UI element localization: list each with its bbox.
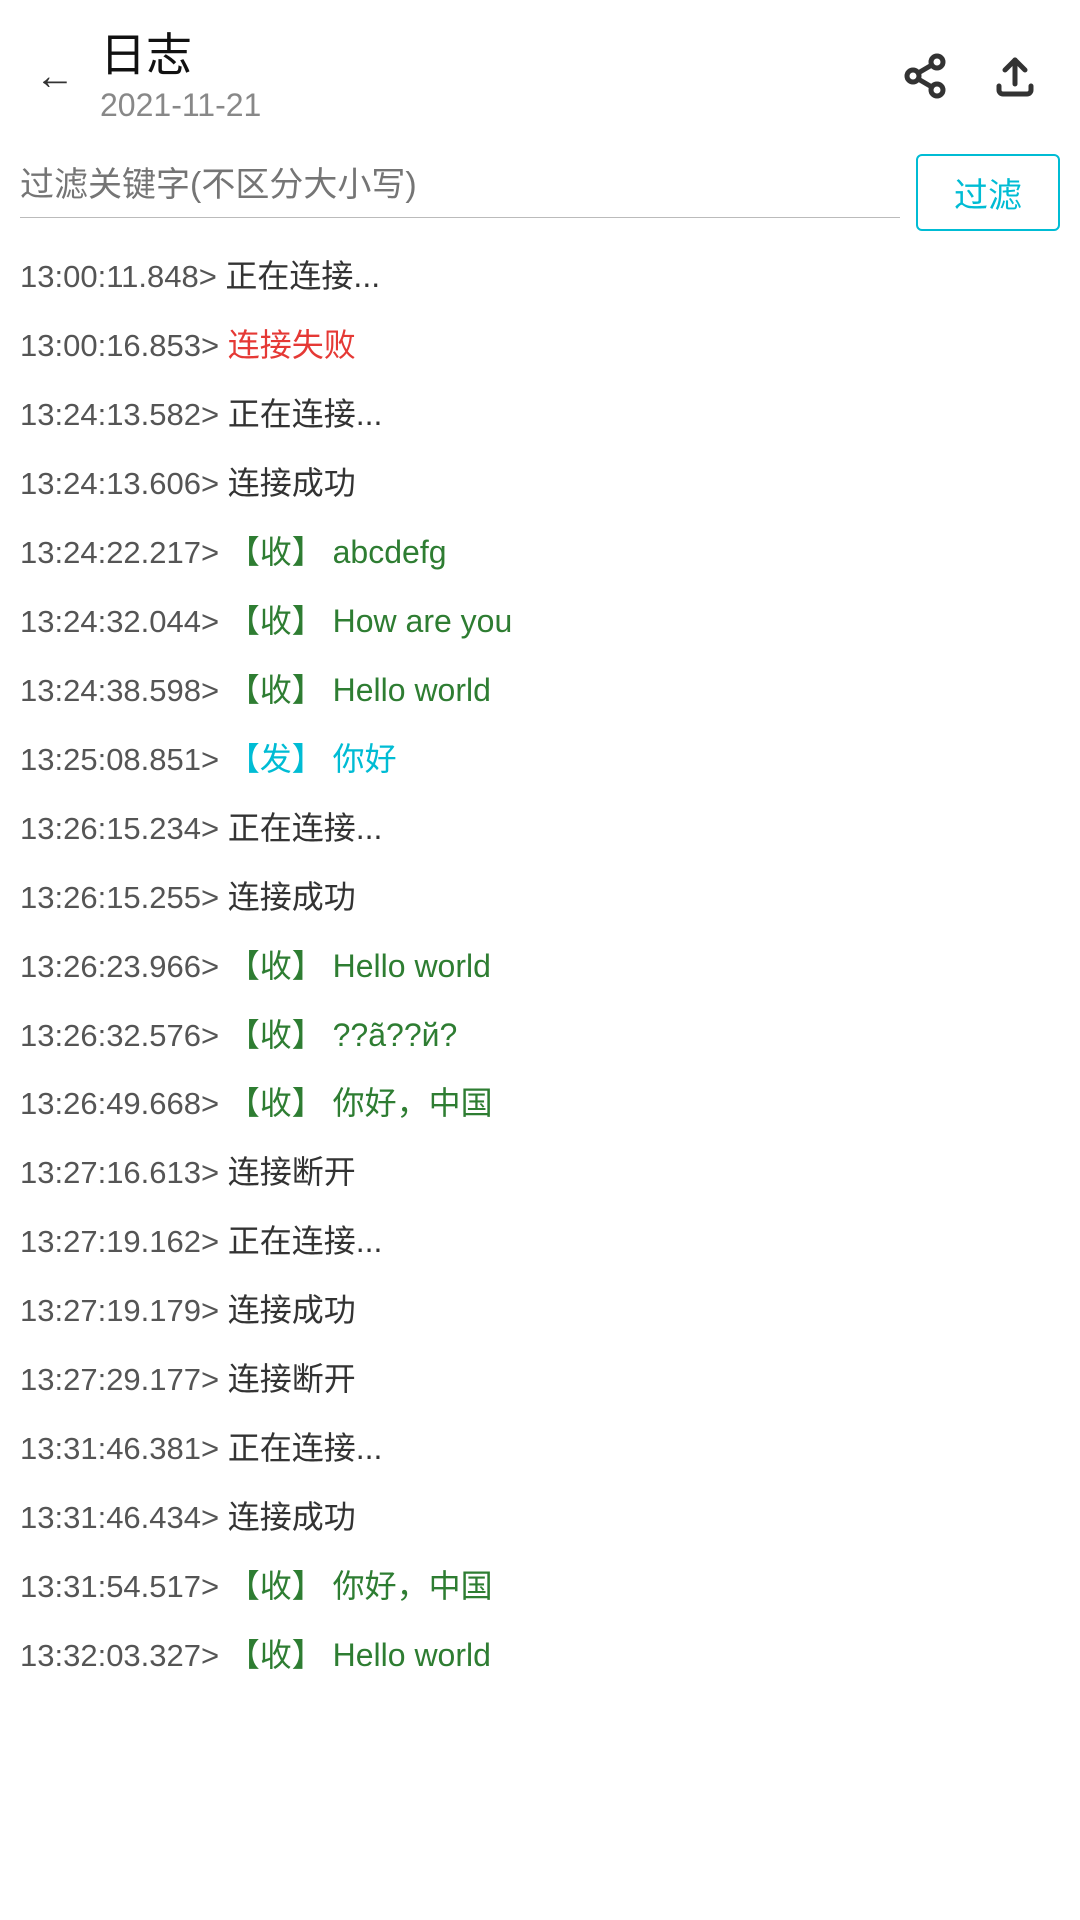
log-content: 【收】 Hello world bbox=[228, 1632, 1060, 1678]
log-time: 13:32:03.327> bbox=[20, 1634, 228, 1679]
log-time: 13:27:19.162> bbox=[20, 1220, 228, 1265]
log-entry: 13:24:13.582> 正在连接... bbox=[20, 391, 1060, 438]
log-time: 13:31:46.434> bbox=[20, 1496, 228, 1541]
log-time: 13:24:13.582> bbox=[20, 393, 228, 438]
export-button[interactable] bbox=[980, 41, 1050, 111]
log-time: 13:27:29.177> bbox=[20, 1358, 228, 1403]
log-time: 13:24:22.217> bbox=[20, 531, 228, 576]
log-entry: 13:26:32.576> 【收】 ??ã??й? bbox=[20, 1012, 1060, 1059]
log-content: 连接失败 bbox=[228, 322, 1060, 368]
log-time: 13:25:08.851> bbox=[20, 738, 228, 783]
log-time: 13:26:32.576> bbox=[20, 1014, 228, 1059]
log-content: 【收】 ??ã??й? bbox=[228, 1012, 1060, 1058]
log-entry: 13:31:46.434> 连接成功 bbox=[20, 1494, 1060, 1541]
log-entry: 13:26:49.668> 【收】 你好，中国 bbox=[20, 1080, 1060, 1127]
log-entry: 13:31:46.381> 正在连接... bbox=[20, 1425, 1060, 1472]
log-entry: 13:32:03.327> 【收】 Hello world bbox=[20, 1632, 1060, 1679]
log-time: 13:24:32.044> bbox=[20, 600, 228, 645]
log-time: 13:00:16.853> bbox=[20, 324, 228, 369]
log-content: 【收】 abcdefg bbox=[228, 529, 1060, 575]
page-date: 2021-11-21 bbox=[100, 87, 890, 124]
log-content: 正在连接... bbox=[228, 805, 1060, 851]
log-content: 连接断开 bbox=[228, 1149, 1060, 1195]
back-button[interactable]: ← bbox=[20, 41, 90, 111]
log-content: 正在连接... bbox=[228, 1425, 1060, 1471]
log-entry: 13:31:54.517> 【收】 你好，中国 bbox=[20, 1563, 1060, 1610]
log-content: 【收】 How are you bbox=[228, 598, 1060, 644]
log-list: 13:00:11.848> 正在连接... 13:00:16.853> 连接失败… bbox=[0, 229, 1080, 1741]
header: ← 日志 2021-11-21 bbox=[0, 0, 1080, 144]
log-content: 【收】 Hello world bbox=[228, 667, 1060, 713]
log-entry: 13:00:16.853> 连接失败 bbox=[20, 322, 1060, 369]
log-time: 13:26:23.966> bbox=[20, 945, 228, 990]
filter-button[interactable]: 过滤 bbox=[916, 154, 1060, 231]
log-entry: 13:26:15.234> 正在连接... bbox=[20, 805, 1060, 852]
log-content: 【收】 你好，中国 bbox=[228, 1080, 1060, 1126]
filter-input[interactable] bbox=[20, 166, 900, 205]
log-time: 13:00:11.848> bbox=[20, 255, 225, 300]
log-time: 13:26:15.234> bbox=[20, 807, 228, 852]
log-time: 13:24:13.606> bbox=[20, 462, 228, 507]
log-time: 13:27:16.613> bbox=[20, 1151, 228, 1196]
log-content: 连接成功 bbox=[228, 874, 1060, 920]
filter-bar: 过滤 bbox=[0, 144, 1080, 229]
log-content: 【收】 你好，中国 bbox=[228, 1563, 1060, 1609]
log-entry: 13:27:19.179> 连接成功 bbox=[20, 1287, 1060, 1334]
log-content: 【发】 你好 bbox=[228, 736, 1060, 782]
export-icon bbox=[991, 52, 1039, 100]
log-time: 13:24:38.598> bbox=[20, 669, 228, 714]
log-time: 13:27:19.179> bbox=[20, 1289, 228, 1334]
title-block: 日志 2021-11-21 bbox=[100, 28, 890, 124]
filter-input-wrap bbox=[20, 166, 900, 218]
log-entry: 13:27:29.177> 连接断开 bbox=[20, 1356, 1060, 1403]
page-title: 日志 bbox=[100, 28, 890, 83]
log-content: 连接成功 bbox=[228, 460, 1060, 506]
log-entry: 13:27:16.613> 连接断开 bbox=[20, 1149, 1060, 1196]
log-content: 连接成功 bbox=[228, 1494, 1060, 1540]
log-content: 连接断开 bbox=[228, 1356, 1060, 1402]
log-content: 【收】 Hello world bbox=[228, 943, 1060, 989]
log-time: 13:26:15.255> bbox=[20, 876, 228, 921]
log-entry: 13:27:19.162> 正在连接... bbox=[20, 1218, 1060, 1265]
share-icon bbox=[901, 52, 949, 100]
log-entry: 13:00:11.848> 正在连接... bbox=[20, 253, 1060, 300]
header-actions bbox=[890, 41, 1050, 111]
log-entry: 13:24:32.044> 【收】 How are you bbox=[20, 598, 1060, 645]
log-entry: 13:26:15.255> 连接成功 bbox=[20, 874, 1060, 921]
log-entry: 13:24:38.598> 【收】 Hello world bbox=[20, 667, 1060, 714]
log-entry: 13:24:22.217> 【收】 abcdefg bbox=[20, 529, 1060, 576]
share-button[interactable] bbox=[890, 41, 960, 111]
log-content: 正在连接... bbox=[228, 1218, 1060, 1264]
log-content: 正在连接... bbox=[225, 253, 1060, 299]
log-content: 正在连接... bbox=[228, 391, 1060, 437]
log-time: 13:31:54.517> bbox=[20, 1565, 228, 1610]
back-arrow-icon: ← bbox=[35, 54, 75, 99]
log-entry: 13:26:23.966> 【收】 Hello world bbox=[20, 943, 1060, 990]
log-time: 13:26:49.668> bbox=[20, 1082, 228, 1127]
log-content: 连接成功 bbox=[228, 1287, 1060, 1333]
log-entry: 13:25:08.851> 【发】 你好 bbox=[20, 736, 1060, 783]
log-time: 13:31:46.381> bbox=[20, 1427, 228, 1472]
log-entry: 13:24:13.606> 连接成功 bbox=[20, 460, 1060, 507]
